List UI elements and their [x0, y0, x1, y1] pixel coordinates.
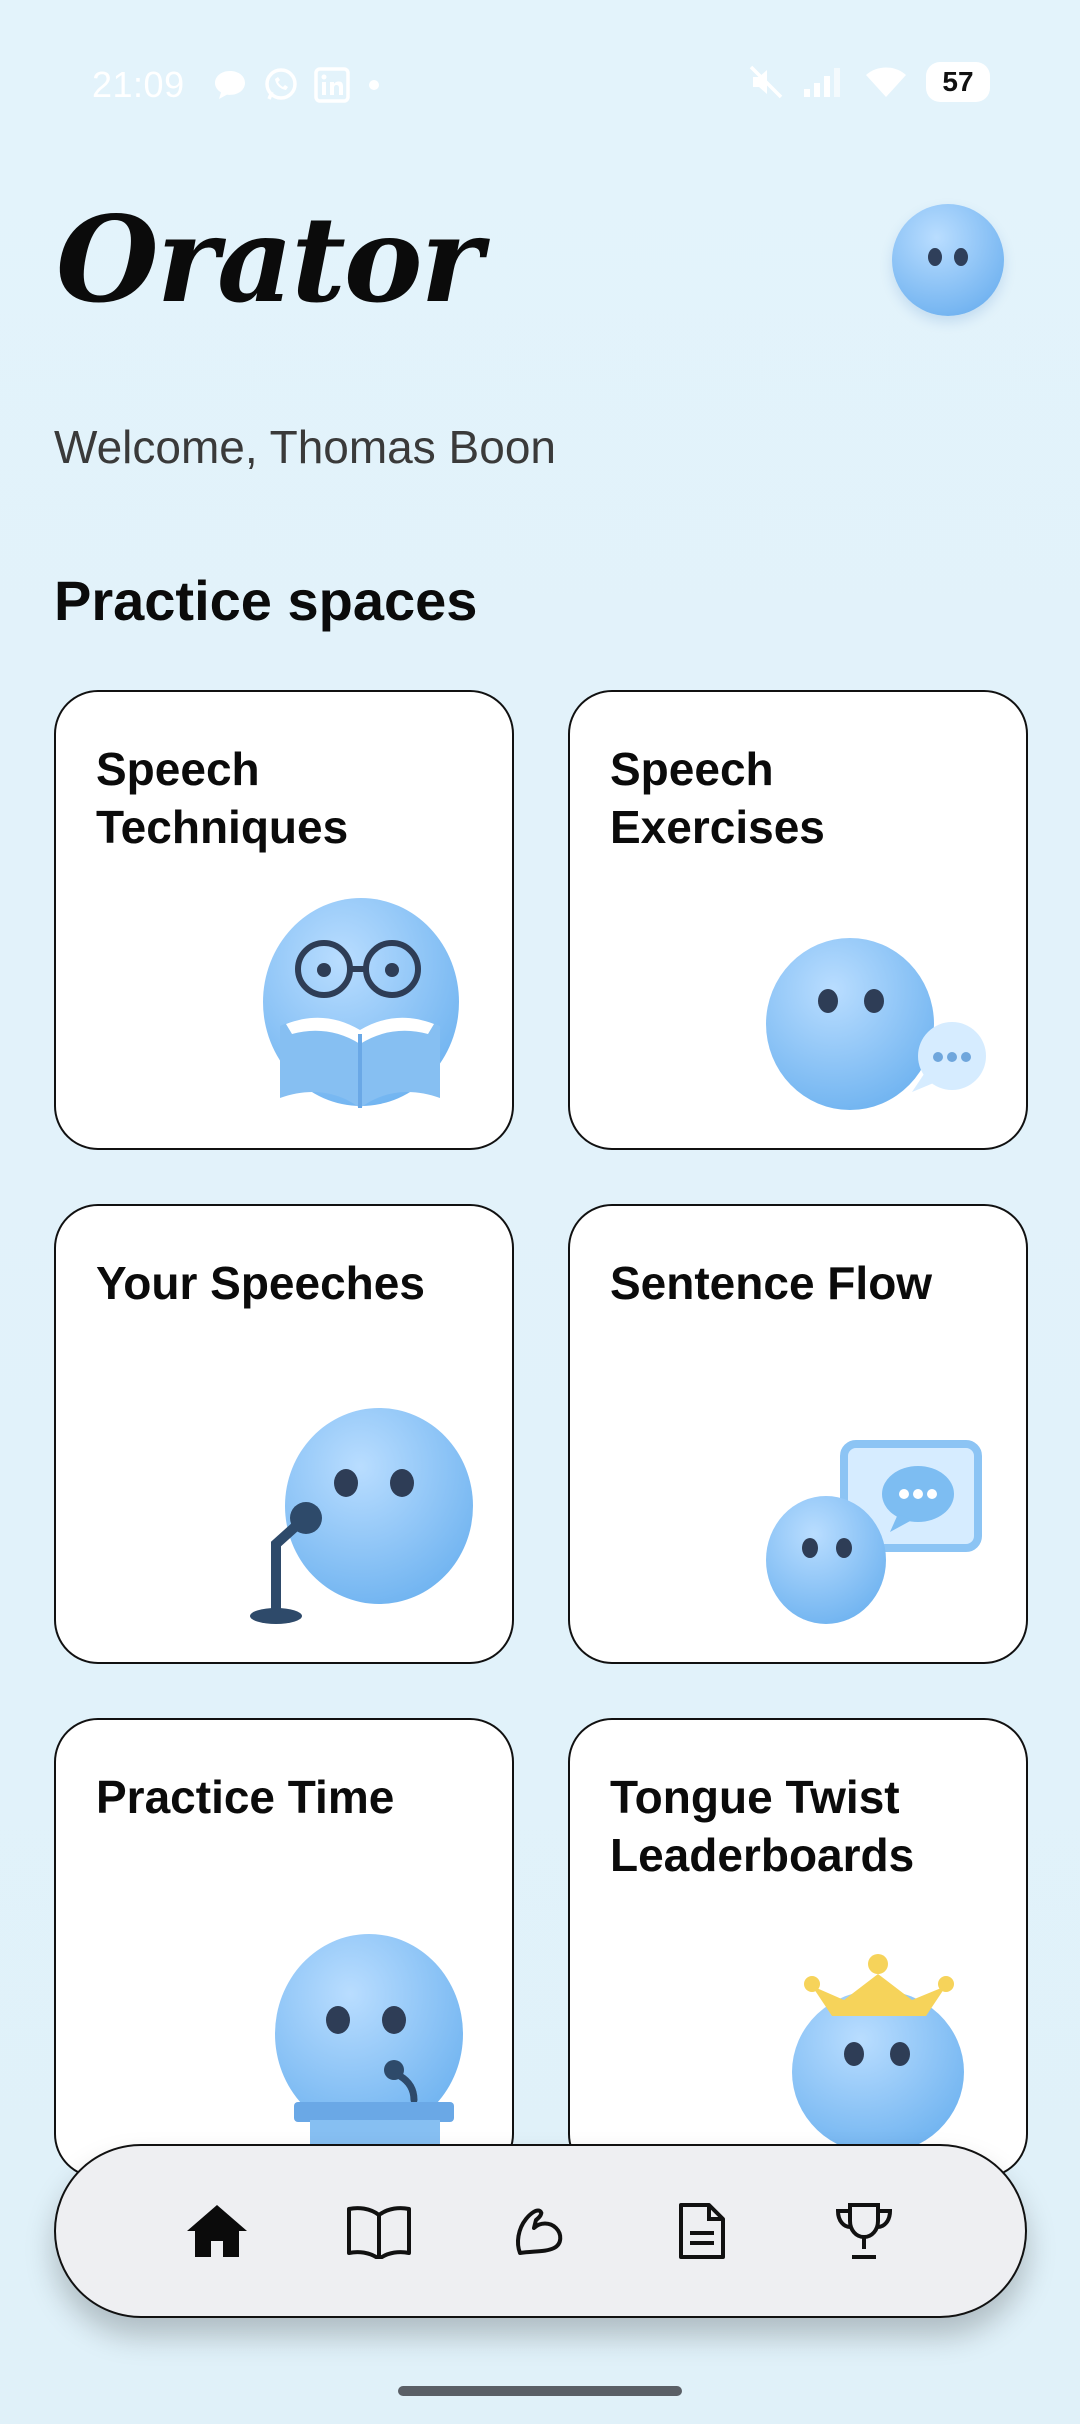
speaking-blob-icon — [766, 938, 986, 1110]
battery-indicator: 57 — [926, 62, 990, 102]
card-title: Speech Techniques — [96, 743, 349, 853]
microphone-blob-icon — [250, 1408, 473, 1624]
nav-leaderboard[interactable] — [821, 2188, 907, 2274]
card-tongue-twist-leaderboards[interactable]: Tongue Twist Leaderboards — [568, 1718, 1028, 2178]
notification-icons — [212, 66, 384, 104]
mute-icon — [749, 65, 783, 99]
chat-bubble-icon — [215, 71, 245, 99]
document-icon — [679, 2203, 726, 2259]
system-icons: 57 — [748, 62, 990, 102]
card-title: Practice Time — [96, 1771, 395, 1823]
app-logo: Orator — [56, 190, 483, 329]
nav-speeches[interactable] — [659, 2188, 745, 2274]
status-time: 21:09 — [92, 64, 185, 105]
nav-practice[interactable] — [497, 2188, 583, 2274]
status-bar: 21:09 57 — [0, 0, 1080, 150]
section-title: Practice spaces — [54, 569, 478, 632]
card-title: Your Speeches — [96, 1257, 425, 1309]
podium-blob-icon — [275, 1934, 463, 2152]
reading-blob-icon — [263, 898, 459, 1108]
flex-arm-icon — [516, 2208, 563, 2255]
wifi-icon — [866, 67, 906, 97]
card-your-speeches[interactable]: Your Speeches — [54, 1204, 514, 1664]
home-icon — [186, 2205, 247, 2257]
card-title: Speech Exercises — [610, 743, 825, 853]
card-title: Sentence Flow — [610, 1257, 933, 1309]
linkedin-icon — [314, 67, 350, 103]
avatar-eye-left — [928, 248, 942, 266]
dot-icon — [369, 80, 379, 90]
home-indicator[interactable] — [398, 2386, 682, 2396]
home-screen: 21:09 57 Orator Welcome, Thomas Boon Pra… — [0, 0, 1080, 2424]
card-sentence-flow[interactable]: Sentence Flow — [568, 1204, 1028, 1664]
card-title: Tongue Twist Leaderboards — [610, 1771, 915, 1881]
card-practice-time[interactable]: Practice Time — [54, 1718, 514, 2178]
trophy-icon — [836, 2203, 893, 2259]
bottom-navigation — [54, 2144, 1027, 2318]
chat-window-blob-icon — [766, 1440, 982, 1624]
signal-icon — [804, 68, 840, 97]
book-icon — [346, 2206, 411, 2259]
welcome-message: Welcome, Thomas Boon — [54, 421, 556, 473]
nav-home[interactable] — [174, 2188, 260, 2274]
whatsapp-icon — [265, 68, 297, 100]
avatar-eye-right — [954, 248, 968, 266]
card-speech-exercises[interactable]: Speech Exercises — [568, 690, 1028, 1150]
profile-avatar[interactable] — [892, 204, 1004, 316]
nav-learn[interactable] — [336, 2188, 422, 2274]
card-speech-techniques[interactable]: Speech Techniques — [54, 690, 514, 1150]
crown-blob-icon — [792, 1954, 964, 2152]
